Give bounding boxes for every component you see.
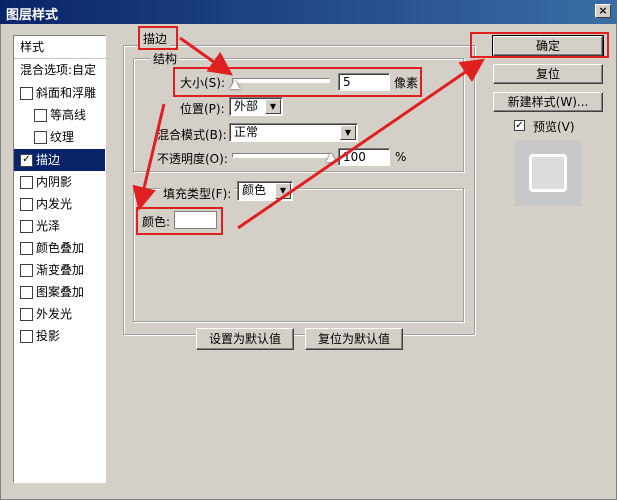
window-title: 图层样式	[6, 8, 59, 23]
style-item-color-overlay[interactable]: 颜色叠加	[14, 237, 105, 259]
style-item-satin[interactable]: 光泽	[14, 215, 105, 237]
style-item-inner-shadow[interactable]: 内阴影	[14, 171, 105, 193]
preview-shape	[529, 154, 567, 192]
position-label: 位置(P):	[180, 102, 225, 116]
checkbox-color-overlay[interactable]	[20, 242, 33, 255]
style-item-label: 内发光	[36, 197, 73, 211]
checkbox-texture[interactable]	[34, 131, 47, 144]
style-item-gradient-overlay[interactable]: 渐变叠加	[14, 259, 105, 281]
style-item-label: 渐变叠加	[36, 263, 85, 277]
annotation-box-color	[136, 207, 223, 235]
preview-label: 预览(V)	[533, 120, 575, 134]
style-item-outer-glow[interactable]: 外发光	[14, 303, 105, 325]
preview-checkbox[interactable]: ✓	[514, 120, 525, 131]
checkbox-drop-shadow[interactable]	[20, 330, 33, 343]
close-icon[interactable]: ×	[595, 4, 611, 18]
opacity-slider-track[interactable]	[232, 153, 332, 158]
style-item-label: 外发光	[36, 307, 73, 321]
style-item-label: 投影	[36, 329, 61, 343]
checkbox-outer-glow[interactable]	[20, 308, 33, 321]
blend-mode-value: 正常	[234, 125, 259, 139]
style-item-texture[interactable]: 纹理	[14, 126, 105, 148]
opacity-input[interactable]: 100	[338, 148, 390, 166]
opacity-slider-thumb[interactable]	[326, 153, 336, 162]
style-item-contour[interactable]: 等高线	[14, 104, 105, 126]
checkbox-inner-shadow[interactable]	[20, 176, 33, 189]
chevron-down-icon[interactable]: ▼	[340, 125, 356, 140]
style-item-drop-shadow[interactable]: 投影	[14, 325, 105, 347]
style-item-label: 内阴影	[36, 175, 73, 189]
style-item-pattern-overlay[interactable]: 图案叠加	[14, 281, 105, 303]
chevron-down-icon[interactable]: ▼	[265, 99, 281, 114]
blend-options-item[interactable]: 混合选项:自定	[14, 59, 111, 81]
blend-mode-select[interactable]: 正常 ▼	[229, 123, 358, 142]
title-bar: 图层样式 ×	[0, 0, 617, 24]
chevron-down-icon[interactable]: ▼	[275, 183, 291, 199]
blend-mode-label: 混合模式(B):	[157, 128, 227, 142]
preview-thumbnail	[515, 140, 581, 206]
fill-type-label: 填充类型(F):	[160, 185, 235, 202]
position-select[interactable]: 外部 ▼	[229, 97, 283, 116]
checkbox-stroke[interactable]: ✓	[20, 154, 33, 167]
fill-type-select[interactable]: 颜色 ▼	[237, 181, 293, 201]
annotation-box-stroke-title	[138, 26, 178, 50]
styles-list: 样式 混合选项:自定 斜面和浮雕 等高线 纹理 ✓ 描边 内阴影 内发光 光泽 …	[13, 35, 111, 483]
style-item-stroke[interactable]: ✓ 描边	[14, 149, 105, 171]
style-item-label: 光泽	[36, 219, 61, 233]
position-value: 外部	[234, 99, 259, 113]
style-item-label: 描边	[36, 153, 61, 167]
checkbox-satin[interactable]	[20, 220, 33, 233]
style-item-label: 纹理	[50, 130, 75, 144]
styles-header[interactable]: 样式	[14, 36, 111, 59]
checkbox-pattern-overlay[interactable]	[20, 286, 33, 299]
new-style-button[interactable]: 新建样式(W)...	[493, 92, 603, 112]
annotation-box-size	[173, 67, 422, 97]
reset-default-button[interactable]: 复位为默认值	[305, 328, 403, 350]
checkbox-bevel-emboss[interactable]	[20, 87, 33, 100]
style-item-label: 等高线	[50, 108, 87, 122]
style-item-label: 图案叠加	[36, 285, 85, 299]
annotation-box-ok	[470, 32, 609, 58]
style-item-inner-glow[interactable]: 内发光	[14, 193, 105, 215]
checkbox-inner-glow[interactable]	[20, 198, 33, 211]
opacity-label: 不透明度(O):	[157, 152, 228, 166]
set-default-button[interactable]: 设置为默认值	[196, 328, 294, 350]
fill-type-value: 颜色	[242, 183, 267, 197]
reset-button[interactable]: 复位	[493, 64, 603, 84]
checkbox-gradient-overlay[interactable]	[20, 264, 33, 277]
style-item-label: 颜色叠加	[36, 241, 85, 255]
structure-title: 结构	[150, 50, 181, 67]
style-item-bevel-emboss[interactable]: 斜面和浮雕	[14, 82, 105, 104]
opacity-unit: %	[395, 150, 407, 164]
checkbox-contour[interactable]	[34, 109, 47, 122]
style-item-label: 斜面和浮雕	[36, 86, 97, 100]
